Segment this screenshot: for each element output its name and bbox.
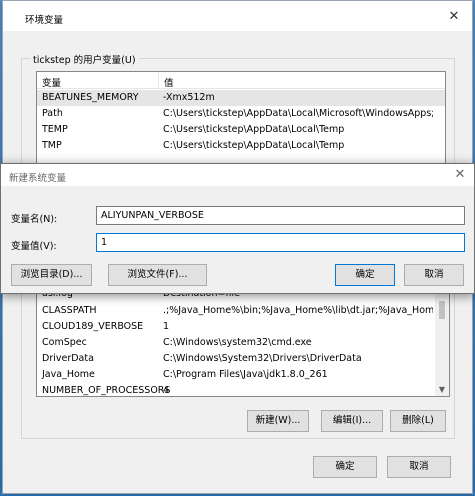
user-variables-list[interactable]: 变量 值 BEATUNES_MEMORY -Xmx512m Path C:\Us… bbox=[36, 71, 446, 164]
variable-value: C:\Windows\System32\Drivers\DriverData bbox=[163, 353, 362, 364]
user-variable-row[interactable]: BEATUNES_MEMORY -Xmx512m bbox=[37, 90, 445, 106]
column-header-value[interactable]: 值 bbox=[164, 75, 174, 89]
system-variable-row[interactable]: CLASSPATH .;%Java_Home%\bin;%Java_Home%\… bbox=[37, 303, 449, 319]
variable-name: Path bbox=[42, 108, 63, 119]
new-var-dialog-titlebar: 新建系统变量 ✕ bbox=[1, 164, 474, 186]
env-cancel-button[interactable]: 取消 bbox=[387, 456, 451, 478]
variable-name: CLASSPATH bbox=[42, 305, 97, 316]
close-icon[interactable]: ✕ bbox=[452, 167, 468, 183]
variable-name: ComSpec bbox=[42, 337, 87, 348]
user-variable-row[interactable]: Path C:\Users\tickstep\AppData\Local\Mic… bbox=[37, 106, 445, 122]
variable-value-label: 变量值(V): bbox=[11, 241, 57, 252]
close-icon[interactable]: ✕ bbox=[446, 9, 462, 25]
browse-file-button[interactable]: 浏览文件(F)... bbox=[108, 264, 207, 286]
scroll-down-icon[interactable]: ▼ bbox=[437, 385, 447, 394]
variable-value: -Xmx512m bbox=[163, 92, 215, 103]
env-ok-button[interactable]: 确定 bbox=[313, 456, 377, 478]
system-variable-row[interactable]: ComSpec C:\Windows\system32\cmd.exe bbox=[37, 335, 449, 351]
variable-name: NUMBER_OF_PROCESSORS bbox=[42, 385, 171, 396]
variable-value: .;%Java_Home%\bin;%Java_Home%\lib\dt.jar… bbox=[163, 305, 433, 316]
delete-variable-button[interactable]: 删除(L) bbox=[390, 410, 446, 432]
variable-name: DriverData bbox=[42, 353, 94, 364]
new-system-variable-dialog: 新建系统变量 ✕ 变量名(N): ALIYUNPAN_VERBOSE 变量值(V… bbox=[0, 163, 475, 294]
system-variable-row[interactable]: Java_Home C:\Program Files\Java\jdk1.8.0… bbox=[37, 367, 449, 383]
list-header: 变量 值 bbox=[37, 72, 445, 89]
browse-directory-button[interactable]: 浏览目录(D)... bbox=[11, 264, 92, 286]
variable-value: C:\Windows\system32\cmd.exe bbox=[163, 337, 312, 348]
system-list-scrollbar[interactable]: ▼ bbox=[435, 291, 449, 396]
env-dialog-title: 环境变量 bbox=[25, 15, 64, 26]
variable-value: C:\Users\tickstep\AppData\Local\Temp bbox=[163, 124, 345, 135]
user-variable-row[interactable]: TEMP C:\Users\tickstep\AppData\Local\Tem… bbox=[37, 122, 445, 138]
new-var-ok-button[interactable]: 确定 bbox=[335, 264, 395, 286]
variable-name: TMP bbox=[42, 140, 62, 151]
variable-name-input[interactable]: ALIYUNPAN_VERBOSE bbox=[96, 206, 465, 225]
variable-name: Java_Home bbox=[42, 369, 95, 380]
system-variables-list[interactable]: asl.log Destination=file CLASSPATH .;%Ja… bbox=[36, 291, 450, 397]
variable-value: 4 bbox=[163, 385, 170, 396]
variable-name: CLOUD189_VERBOSE bbox=[42, 321, 144, 332]
variable-name: TEMP bbox=[42, 124, 68, 135]
variable-name: BEATUNES_MEMORY bbox=[42, 92, 139, 103]
variable-value: 1 bbox=[163, 321, 170, 332]
system-variable-row[interactable]: DriverData C:\Windows\System32\Drivers\D… bbox=[37, 351, 449, 367]
user-variables-label: tickstep 的用户变量(U) bbox=[30, 52, 139, 66]
variable-name-label: 变量名(N): bbox=[11, 214, 58, 225]
column-header-variable[interactable]: 变量 bbox=[42, 75, 61, 89]
system-variable-row[interactable]: NUMBER_OF_PROCESSORS 4 bbox=[37, 383, 449, 396]
new-var-dialog-title: 新建系统变量 bbox=[9, 173, 67, 184]
scrollbar-thumb[interactable] bbox=[439, 301, 445, 319]
variable-value: C:\Users\tickstep\AppData\Local\Microsof… bbox=[163, 108, 433, 119]
new-var-cancel-button[interactable]: 取消 bbox=[404, 264, 464, 286]
variable-value-input[interactable]: 1 bbox=[96, 233, 465, 252]
env-dialog-titlebar: 环境变量 ✕ bbox=[3, 1, 472, 31]
new-variable-button[interactable]: 新建(W)... bbox=[247, 410, 309, 432]
variable-value: C:\Users\tickstep\AppData\Local\Temp bbox=[163, 140, 345, 151]
column-divider[interactable] bbox=[158, 72, 159, 89]
user-variable-row[interactable]: TMP C:\Users\tickstep\AppData\Local\Temp bbox=[37, 138, 445, 154]
variable-value: C:\Program Files\Java\jdk1.8.0_261 bbox=[163, 369, 328, 380]
system-variable-row[interactable]: CLOUD189_VERBOSE 1 bbox=[37, 319, 449, 335]
edit-variable-button[interactable]: 编辑(I)... bbox=[321, 410, 383, 432]
